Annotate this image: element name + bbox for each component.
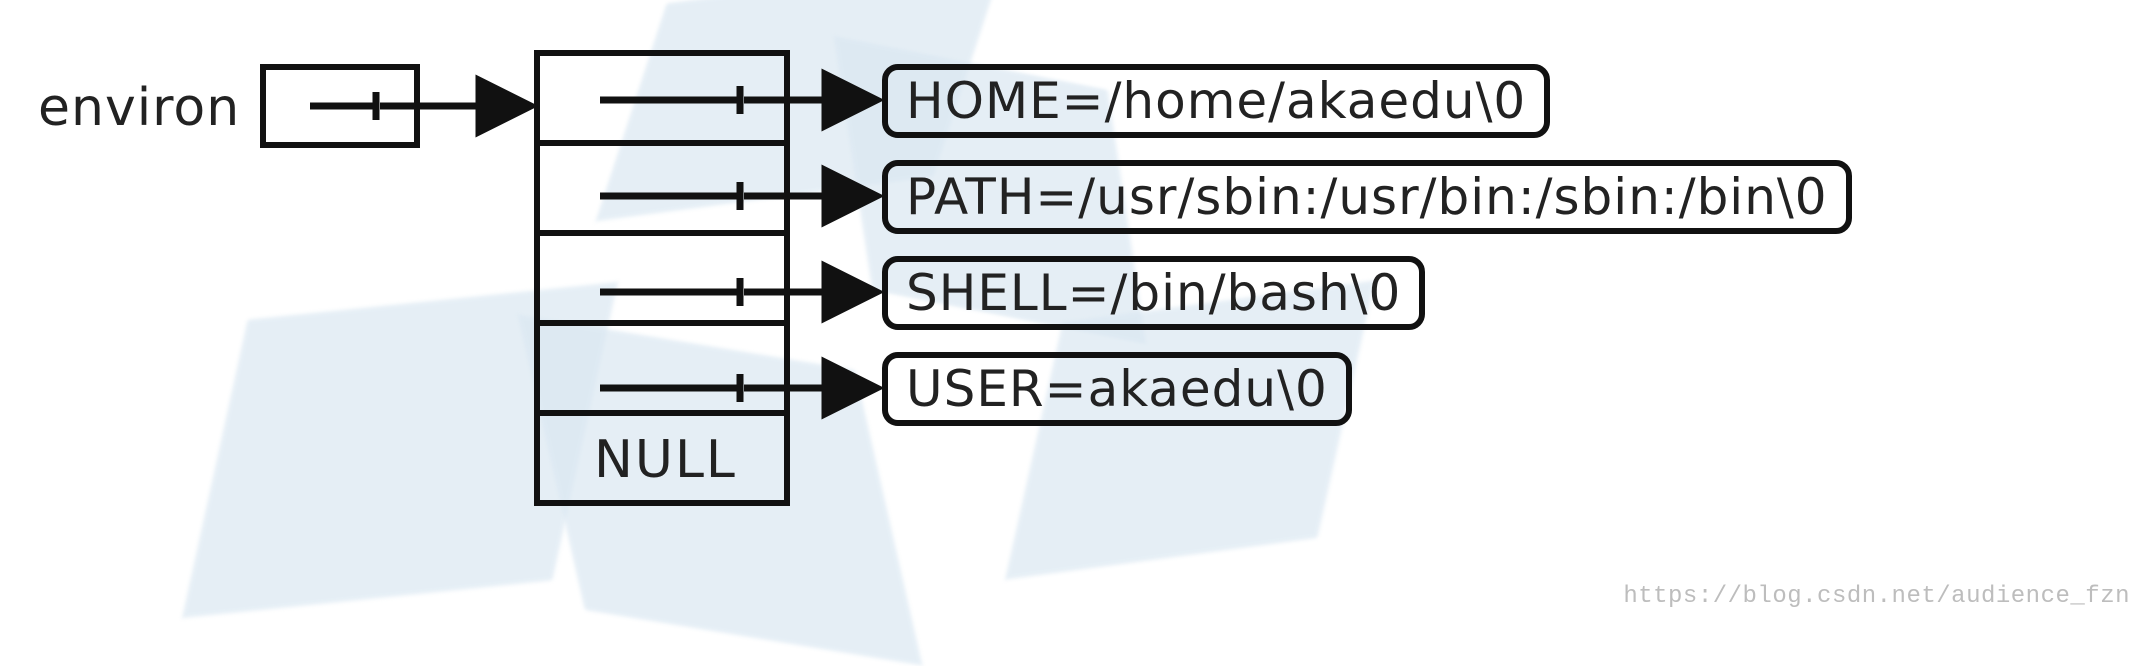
env-string-home: HOME=/home/akaedu\0 <box>882 64 1550 138</box>
env-string-user: USER=akaedu\0 <box>882 352 1352 426</box>
array-cell-1 <box>534 140 790 236</box>
env-string-shell: SHELL=/bin/bash\0 <box>882 256 1425 330</box>
array-cell-2 <box>534 230 790 326</box>
environ-pointer-box <box>260 64 420 148</box>
environ-label: environ <box>38 78 240 138</box>
array-cell-3 <box>534 320 790 416</box>
null-label: NULL <box>594 430 737 490</box>
watermark-text: https://blog.csdn.net/audience_fzn <box>1623 583 2130 610</box>
env-string-path: PATH=/usr/sbin:/usr/bin:/sbin:/bin\0 <box>882 160 1852 234</box>
array-cell-0 <box>534 50 790 146</box>
